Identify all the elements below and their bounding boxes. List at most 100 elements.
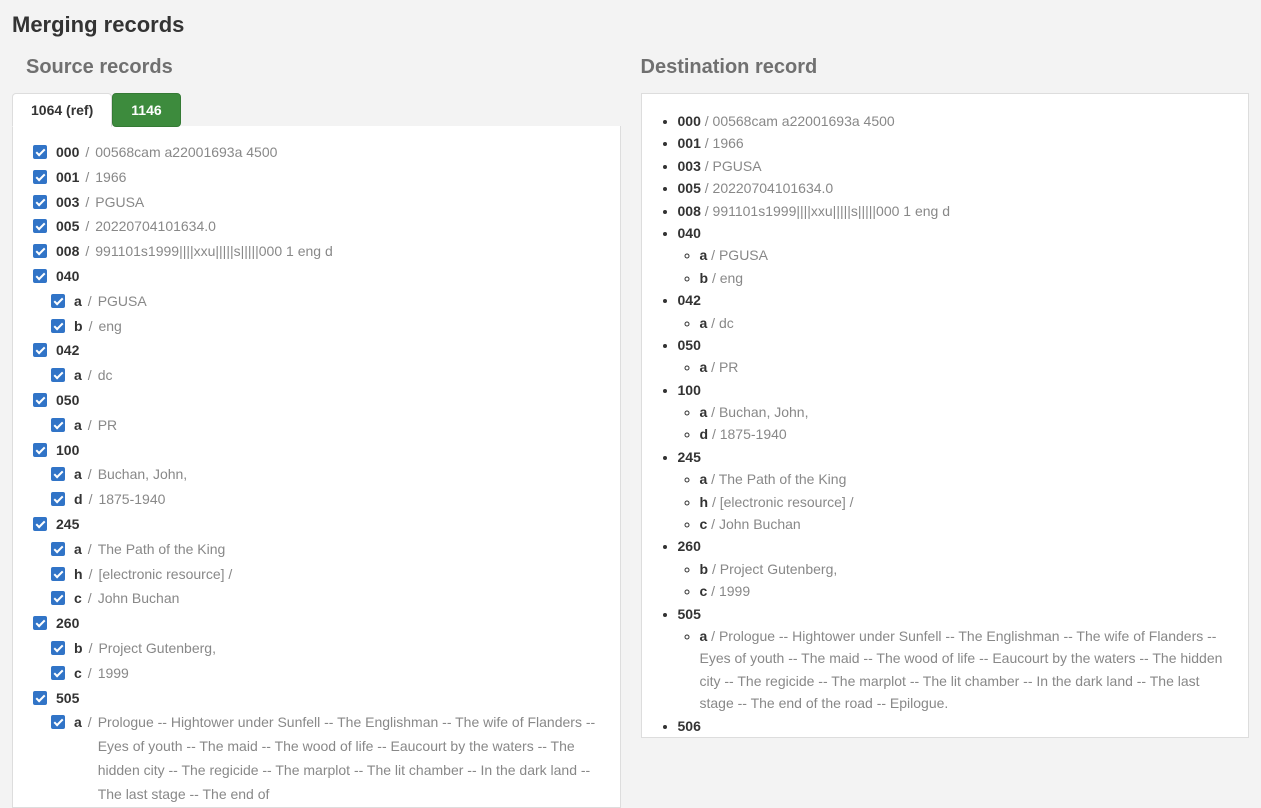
subfield-checkbox[interactable] xyxy=(51,319,65,333)
subfield-checkbox[interactable] xyxy=(51,467,65,481)
subfield-sep: / xyxy=(89,315,93,339)
source-tab-1[interactable]: 1146 xyxy=(112,93,180,127)
dest-field-tag: 008 xyxy=(678,203,701,219)
field-sep: / xyxy=(85,166,89,190)
field-checkbox[interactable] xyxy=(33,170,47,184)
subfield-checkbox[interactable] xyxy=(51,492,65,506)
source-subfield-row: a/PGUSA xyxy=(47,289,604,314)
field-tag: 245 xyxy=(56,513,79,537)
source-field-row: 100 xyxy=(29,438,604,463)
field-checkbox[interactable] xyxy=(33,219,47,233)
dest-subfield-sep: / xyxy=(707,516,719,532)
field-tag: 000 xyxy=(56,141,79,165)
dest-subfield-code: h xyxy=(700,494,709,510)
dest-subfield-code: d xyxy=(700,426,709,442)
dest-subfield: b / Project Gutenberg, xyxy=(700,558,1233,580)
field-sep: / xyxy=(85,141,89,165)
field-checkbox[interactable] xyxy=(33,195,47,209)
field-checkbox[interactable] xyxy=(33,393,47,407)
subfield-sep: / xyxy=(88,587,92,611)
field-checkbox[interactable] xyxy=(33,145,47,159)
dest-subfield: c / 1999 xyxy=(700,580,1233,602)
subfield-value: Prologue -- Hightower under Sunfell -- T… xyxy=(98,711,604,806)
dest-subfield-sep: / xyxy=(708,270,720,286)
subfield-sep: / xyxy=(88,711,92,735)
dest-subfield-sep: / xyxy=(708,426,720,442)
subfield-value: 1875-1940 xyxy=(98,488,165,512)
field-checkbox[interactable] xyxy=(33,517,47,531)
field-checkbox[interactable] xyxy=(33,443,47,457)
field-checkbox[interactable] xyxy=(33,269,47,283)
dest-subfield-value: dc xyxy=(719,315,734,331)
subfield-checkbox[interactable] xyxy=(51,715,65,729)
field-checkbox[interactable] xyxy=(33,691,47,705)
dest-subfield-code: b xyxy=(700,561,709,577)
field-value: 991101s1999||||xxu|||||s|||||000 1 eng d xyxy=(95,240,332,264)
dest-field: 245 a / The Path of the Kingh / [electron… xyxy=(678,446,1233,536)
destination-heading: Destination record xyxy=(641,56,1250,79)
subfield-value: PR xyxy=(98,414,117,438)
dest-subfield: h / [electronic resource] / xyxy=(700,491,1233,513)
subfield-checkbox[interactable] xyxy=(51,567,65,581)
source-subfield-row: a/PR xyxy=(47,413,604,438)
dest-field-sep: / xyxy=(701,135,713,151)
source-subfield-row: a/dc xyxy=(47,363,604,388)
subfield-value: dc xyxy=(98,364,113,388)
subfield-checkbox[interactable] xyxy=(51,591,65,605)
dest-field-tag: 245 xyxy=(678,449,701,465)
dest-subfield-code: b xyxy=(700,270,709,286)
field-checkbox[interactable] xyxy=(33,244,47,258)
field-tag: 505 xyxy=(56,687,79,711)
dest-field: 042a / dc xyxy=(678,289,1233,334)
dest-field-tag: 260 xyxy=(678,538,701,554)
dest-subfield: a / PGUSA xyxy=(700,244,1233,266)
dest-field-tag: 001 xyxy=(678,135,701,151)
source-field-row: 245 xyxy=(29,512,604,537)
subfield-checkbox[interactable] xyxy=(51,641,65,655)
subfield-checkbox[interactable] xyxy=(51,418,65,432)
subfield-sep: / xyxy=(89,563,93,587)
subfield-sep: / xyxy=(88,414,92,438)
source-subfield-row: b/Project Gutenberg, xyxy=(47,636,604,661)
source-tabs: 1064 (ref)1146 xyxy=(12,93,621,127)
source-tab-0[interactable]: 1064 (ref) xyxy=(12,93,112,127)
field-value: 20220704101634.0 xyxy=(95,215,216,239)
subfield-value: PGUSA xyxy=(98,290,147,314)
dest-field: 260 b / Project Gutenberg,c / 1999 xyxy=(678,535,1233,602)
dest-field-value: 00568cam a22001693a 4500 xyxy=(713,113,895,129)
dest-subfield-value: Prologue -- Hightower under Sunfell -- T… xyxy=(700,628,1223,711)
subfield-checkbox[interactable] xyxy=(51,542,65,556)
dest-subfield-value: Project Gutenberg, xyxy=(720,561,838,577)
subfield-code: a xyxy=(74,711,82,735)
field-tag: 042 xyxy=(56,339,79,363)
dest-field: 040a / PGUSAb / eng xyxy=(678,222,1233,289)
subfield-value: eng xyxy=(98,315,121,339)
subfield-checkbox[interactable] xyxy=(51,368,65,382)
field-tag: 100 xyxy=(56,439,79,463)
source-field-row: 040 xyxy=(29,264,604,289)
source-field-row: 260 xyxy=(29,611,604,636)
dest-field-tag: 042 xyxy=(678,292,701,308)
field-checkbox[interactable] xyxy=(33,343,47,357)
dest-subfield-value: The Path of the King xyxy=(719,471,847,487)
subfield-sep: / xyxy=(88,290,92,314)
subfield-value: [electronic resource] / xyxy=(98,563,232,587)
dest-subfield-sep: / xyxy=(707,471,718,487)
dest-subfield-value: 1999 xyxy=(719,583,750,599)
dest-subfield: a / PR xyxy=(700,356,1233,378)
subfield-code: h xyxy=(74,563,83,587)
dest-subfield: a / Buchan, John, xyxy=(700,401,1233,423)
dest-subfield: b / eng xyxy=(700,267,1233,289)
subfield-code: a xyxy=(74,538,82,562)
subfield-checkbox[interactable] xyxy=(51,666,65,680)
dest-field-sep: / xyxy=(701,113,713,129)
dest-field-value: 991101s1999||||xxu|||||s|||||000 1 eng d xyxy=(713,203,950,219)
dest-field-tag: 505 xyxy=(678,606,701,622)
dest-field-value: 1966 xyxy=(713,135,744,151)
dest-field: 050a / PR xyxy=(678,334,1233,379)
dest-subfield: a / The Path of the King xyxy=(700,468,1233,490)
subfield-checkbox[interactable] xyxy=(51,294,65,308)
field-checkbox[interactable] xyxy=(33,616,47,630)
subfield-sep: / xyxy=(88,662,92,686)
dest-subfield: d / 1875-1940 xyxy=(700,423,1233,445)
